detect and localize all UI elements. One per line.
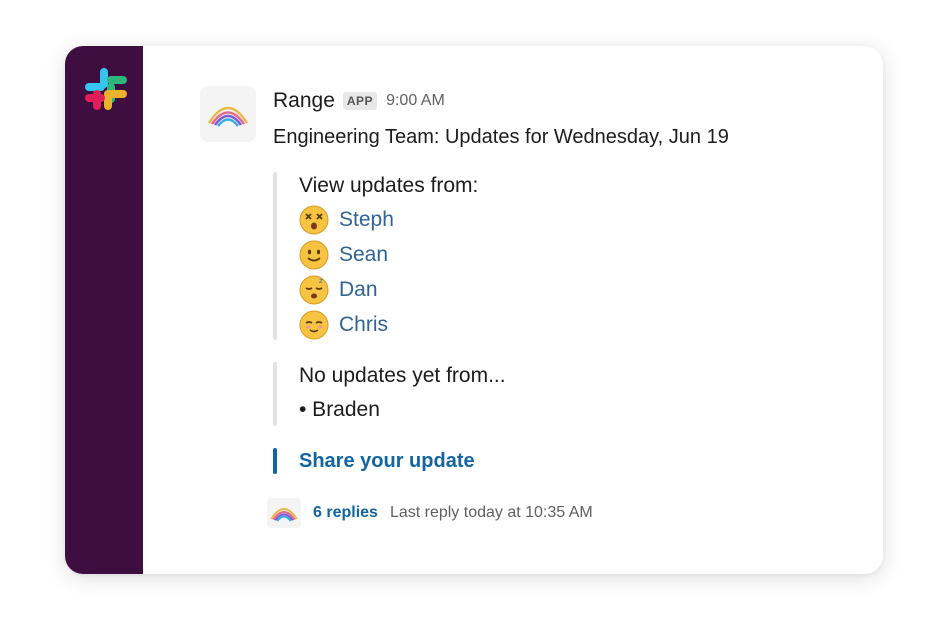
- share-block: Share your update: [273, 446, 853, 476]
- range-app-avatar[interactable]: [200, 86, 256, 142]
- svg-text:z: z: [319, 277, 323, 285]
- sender-name[interactable]: Range: [273, 89, 335, 113]
- slack-logo-icon[interactable]: [83, 66, 129, 112]
- person-link-steph[interactable]: Steph: [339, 208, 394, 232]
- message-timestamp[interactable]: 9:00 AM: [386, 92, 445, 110]
- app-badge: APP: [342, 92, 378, 110]
- pending-heading: No updates yet from...: [299, 364, 506, 387]
- sleeping-face-icon: z: [299, 275, 329, 304]
- person-link-dan[interactable]: Dan: [339, 278, 378, 302]
- message-header: Range APP 9:00 AM: [273, 86, 853, 116]
- person-item[interactable]: Steph: [299, 202, 853, 237]
- person-item[interactable]: z Dan: [299, 272, 853, 307]
- workspace-sidebar: [65, 46, 143, 574]
- person-link-chris[interactable]: Chris: [339, 313, 388, 337]
- last-reply-text: Last reply today at 10:35 AM: [389, 504, 593, 521]
- message-body: Range APP 9:00 AM Engineering Team: Upda…: [267, 86, 853, 528]
- person-link-sean[interactable]: Sean: [339, 243, 388, 267]
- replies-link[interactable]: 6 replies: [313, 504, 378, 522]
- dizzy-face-icon: [299, 205, 329, 234]
- updates-heading: View updates from:: [299, 174, 479, 197]
- person-item[interactable]: Chris: [299, 307, 853, 342]
- reply-avatar: [267, 498, 301, 528]
- pending-block: No updates yet from... • Braden: [273, 360, 853, 428]
- relieved-face-icon: [299, 310, 329, 339]
- share-update-link[interactable]: Share your update: [299, 446, 853, 476]
- message-title: Engineering Team: Updates for Wednesday,…: [273, 126, 729, 148]
- thread-summary[interactable]: 6 replies Last reply today at 10:35 AM: [267, 498, 853, 528]
- range-logo-icon: [207, 106, 249, 127]
- person-item[interactable]: Sean: [299, 237, 853, 272]
- message-card: Range APP 9:00 AM Engineering Team: Upda…: [65, 46, 883, 574]
- updates-block: View updates from: Steph Sean z Dan Chri…: [273, 170, 853, 342]
- pending-person: • Braden: [299, 398, 380, 421]
- slightly-smiling-face-icon: [299, 240, 329, 269]
- range-logo-icon: [270, 508, 298, 522]
